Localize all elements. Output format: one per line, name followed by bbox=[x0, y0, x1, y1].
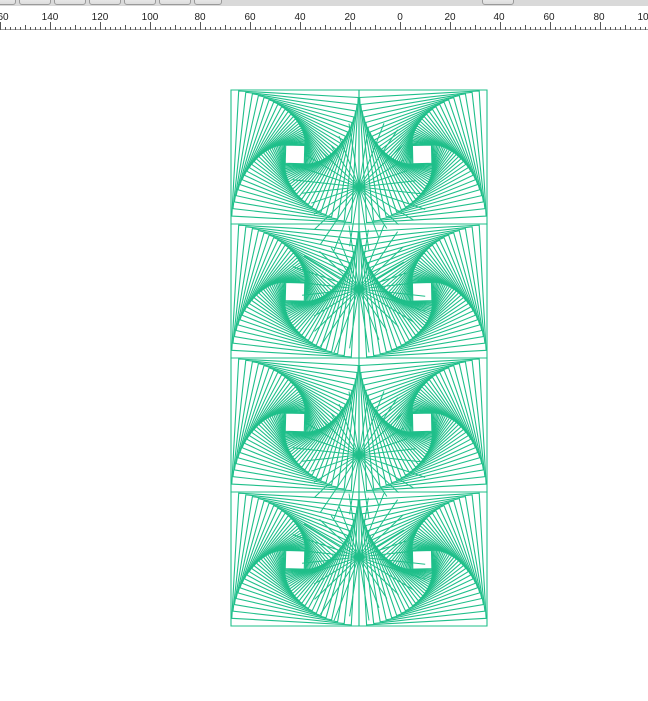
toolbar-button[interactable] bbox=[19, 0, 51, 5]
ruler-label: 10 bbox=[637, 12, 648, 23]
spiral-tile[interactable] bbox=[230, 357, 360, 519]
spiral-square-line bbox=[284, 549, 306, 570]
spiral-square-line bbox=[409, 142, 435, 167]
spiral-square-line bbox=[411, 411, 434, 434]
ruler-label: 60 bbox=[244, 12, 256, 23]
drawing-canvas[interactable] bbox=[0, 30, 648, 701]
spiral-tile[interactable] bbox=[358, 223, 488, 359]
ruler-label: 20 bbox=[344, 12, 356, 23]
ruler-label: 120 bbox=[91, 12, 109, 23]
spiral-square-line bbox=[284, 144, 306, 165]
spiral-tile[interactable] bbox=[230, 223, 360, 359]
toolbar-button[interactable] bbox=[482, 0, 514, 5]
spiral-square-line bbox=[282, 142, 308, 167]
fan-line bbox=[358, 186, 399, 225]
ruler-label: 100 bbox=[141, 12, 159, 23]
horizontal-ruler[interactable]: 60 140 120 100 80 60 40 20 0 20 40 60 80… bbox=[0, 6, 648, 30]
spiral-square-line bbox=[411, 549, 434, 571]
spiral-square-line bbox=[409, 410, 435, 435]
spiral-square-line bbox=[409, 279, 435, 304]
toolbar-button[interactable] bbox=[194, 0, 222, 5]
ruler-label: 0 bbox=[397, 12, 403, 23]
spiral-square-line bbox=[409, 547, 435, 572]
ruler-label: 80 bbox=[194, 12, 206, 23]
spiral-square-line bbox=[411, 143, 434, 166]
spiral-square-line bbox=[282, 547, 308, 572]
spiral-square-line bbox=[411, 549, 433, 570]
ruler-label: 140 bbox=[41, 12, 59, 23]
spiral-square-line bbox=[283, 281, 307, 303]
spiral-square-line bbox=[284, 281, 306, 302]
spiral-square-line bbox=[411, 281, 434, 303]
spiral-square-line bbox=[283, 411, 307, 434]
fan-line bbox=[358, 454, 399, 493]
toolbar-button[interactable] bbox=[54, 0, 86, 5]
toolbar-button[interactable] bbox=[124, 0, 156, 5]
ruler-label: 20 bbox=[444, 12, 456, 23]
toolbar-button[interactable] bbox=[159, 0, 191, 5]
ruler-label: 60 bbox=[0, 12, 9, 23]
spiral-tile[interactable] bbox=[230, 89, 360, 251]
toolbar-button[interactable] bbox=[89, 0, 121, 5]
spiral-square-line bbox=[411, 144, 433, 165]
ruler-label: 40 bbox=[294, 12, 306, 23]
spiral-square-line bbox=[283, 143, 307, 166]
ruler-label: 60 bbox=[543, 12, 555, 23]
ruler-label: 80 bbox=[593, 12, 605, 23]
spiral-square-pattern[interactable] bbox=[0, 30, 648, 701]
spiral-square-line bbox=[284, 412, 306, 433]
ruler-label: 40 bbox=[493, 12, 505, 23]
toolbar-button[interactable] bbox=[0, 0, 16, 5]
spiral-square-line bbox=[283, 549, 307, 571]
spiral-square-line bbox=[282, 279, 308, 304]
spiral-tile[interactable] bbox=[358, 491, 488, 627]
spiral-square-line bbox=[411, 281, 433, 302]
spiral-square-line bbox=[411, 412, 433, 433]
spiral-square-line bbox=[282, 410, 308, 435]
spiral-tile[interactable] bbox=[230, 491, 360, 627]
